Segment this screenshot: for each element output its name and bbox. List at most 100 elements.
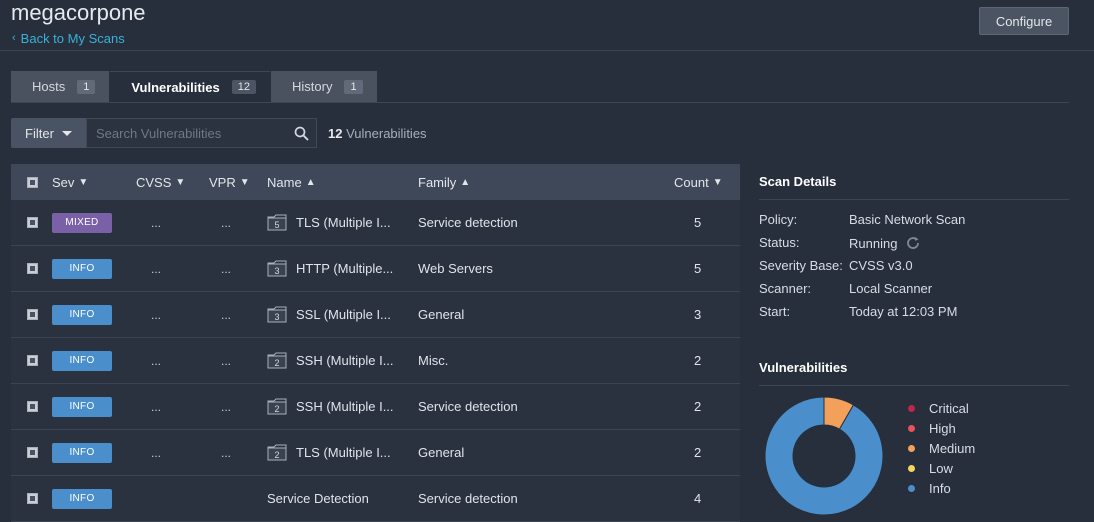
- vulnerability-name[interactable]: SSH (Multiple I...: [296, 399, 394, 414]
- legend-item-critical[interactable]: Critical: [908, 398, 975, 418]
- donut-slice-info[interactable]: [764, 396, 884, 516]
- folder-icon: 2: [267, 398, 287, 415]
- vpr-value: ...: [221, 215, 232, 230]
- legend-dot: [908, 444, 915, 452]
- refresh-icon: [907, 237, 920, 249]
- tab-bar: Hosts 1 Vulnerabilities 12 History 1: [11, 71, 378, 102]
- table-row[interactable]: INFO Service Detection Service detection…: [11, 476, 740, 522]
- column-name[interactable]: Name ▲: [267, 175, 316, 190]
- tab-count-badge: 12: [231, 80, 256, 94]
- vulnerabilities-panel-title: Vulnerabilities: [759, 360, 848, 375]
- row-checkbox[interactable]: [27, 493, 38, 504]
- cvss-value: ...: [151, 307, 162, 322]
- vpr-value: ...: [221, 261, 232, 276]
- back-to-scans-link[interactable]: ‹ Back to My Scans: [12, 31, 125, 46]
- vulnerabilities-table: Sev ▼ CVSS ▼ VPR ▼ Name ▲ Family ▲ Count ▼ MIX…: [11, 164, 740, 522]
- sort-up-icon: ▲: [460, 176, 471, 188]
- search-icon[interactable]: [286, 119, 316, 147]
- cvss-value: ...: [151, 445, 162, 460]
- search-box: [86, 118, 317, 148]
- legend-item-medium[interactable]: Medium: [908, 438, 975, 458]
- scan-detail-row: Scanner: Local Scanner: [759, 281, 932, 296]
- family-value: General: [418, 307, 465, 322]
- row-checkbox[interactable]: [27, 309, 38, 320]
- table-row[interactable]: MIXED ... ... 5 TLS (Multiple I... Servi…: [11, 200, 740, 246]
- severity-badge: MIXED: [52, 212, 112, 233]
- legend-label: High: [929, 420, 956, 436]
- legend-dot: [908, 464, 915, 472]
- vpr-value: ...: [221, 445, 232, 460]
- table-row[interactable]: INFO ... ... 3 SSL (Multiple I... Genera…: [11, 292, 740, 338]
- row-checkbox[interactable]: [27, 355, 38, 366]
- page-title: megacorpone: [11, 0, 146, 25]
- vulnerability-name[interactable]: SSH (Multiple I...: [296, 353, 394, 368]
- family-value: General: [418, 445, 465, 460]
- vulnerability-name[interactable]: TLS (Multiple I...: [296, 215, 391, 230]
- row-checkbox[interactable]: [27, 401, 38, 412]
- table-row[interactable]: INFO ... ... 2 SSH (Multiple I... Misc. …: [11, 338, 740, 384]
- scan-detail-row: Severity Base: CVSS v3.0: [759, 258, 913, 273]
- family-value: Service detection: [418, 491, 518, 506]
- vulnerability-name[interactable]: Service Detection: [267, 491, 369, 506]
- configure-button[interactable]: Configure: [979, 7, 1069, 35]
- scan-detail-value: Local Scanner: [849, 281, 933, 296]
- tab-vulnerabilities[interactable]: Vulnerabilities 12: [110, 71, 270, 102]
- column-label: Name: [267, 174, 302, 190]
- table-row[interactable]: INFO ... ... 2 TLS (Multiple I... Genera…: [11, 430, 740, 476]
- row-checkbox[interactable]: [27, 217, 38, 228]
- chevron-left-icon: ‹: [12, 32, 16, 44]
- scan-detail-key: Policy:: [759, 212, 798, 227]
- tab-count-badge: 1: [344, 79, 363, 94]
- family-value: Service detection: [418, 399, 518, 414]
- legend-label: Info: [929, 480, 951, 496]
- search-input[interactable]: [87, 125, 286, 141]
- sort-down-icon: ▼: [175, 176, 186, 188]
- count-value: 2: [694, 399, 702, 414]
- tab-count-badge: 1: [77, 79, 96, 94]
- scan-detail-value: Basic Network Scan: [849, 212, 966, 227]
- legend-item-low[interactable]: Low: [908, 458, 975, 478]
- tab-hosts[interactable]: Hosts 1: [11, 71, 110, 102]
- column-sev[interactable]: Sev ▼: [52, 175, 88, 190]
- cvss-value: ...: [151, 399, 162, 414]
- row-checkbox[interactable]: [27, 263, 38, 274]
- vulnerability-name[interactable]: TLS (Multiple I...: [296, 445, 391, 460]
- column-family[interactable]: Family ▲: [418, 175, 470, 190]
- folder-icon: 3: [267, 306, 287, 323]
- table-row[interactable]: INFO ... ... 2 SSH (Multiple I... Servic…: [11, 384, 740, 430]
- folder-icon: 2: [267, 444, 287, 461]
- column-label: Count: [674, 174, 709, 190]
- severity-badge: INFO: [52, 258, 112, 279]
- column-label: CVSS: [136, 174, 172, 190]
- group-count: 3: [274, 312, 279, 322]
- vulnerability-name[interactable]: SSL (Multiple I...: [296, 307, 391, 322]
- tabs-divider: [11, 102, 1069, 103]
- column-cvss[interactable]: CVSS ▼: [136, 175, 185, 190]
- table-row[interactable]: INFO ... ... 3 HTTP (Multiple... Web Ser…: [11, 246, 740, 292]
- cvss-value: ...: [151, 215, 162, 230]
- tab-history[interactable]: History 1: [271, 71, 377, 102]
- scan-detail-value: Today at 12:03 PM: [849, 304, 958, 319]
- vulnerability-name[interactable]: HTTP (Multiple...: [296, 261, 393, 276]
- count-value: 2: [694, 445, 702, 460]
- row-checkbox[interactable]: [27, 447, 38, 458]
- scan-detail-key: Start:: [759, 304, 791, 319]
- column-vpr[interactable]: VPR ▼: [209, 175, 250, 190]
- column-count[interactable]: Count ▼: [674, 175, 723, 190]
- column-label: VPR: [209, 174, 236, 190]
- vpr-value: ...: [221, 353, 232, 368]
- filter-button[interactable]: Filter: [11, 118, 86, 148]
- count-value: 4: [694, 491, 702, 506]
- legend-dot: [908, 424, 915, 432]
- count-value: 2: [694, 353, 702, 368]
- group-count: 5: [274, 220, 279, 230]
- column-label: Sev: [52, 174, 75, 190]
- count-value: 5: [694, 215, 702, 230]
- scan-detail-row: Status: Running: [759, 235, 921, 251]
- severity-badge: INFO: [52, 350, 112, 371]
- header-divider: [0, 50, 1094, 51]
- tab-label: Vulnerabilities: [131, 79, 220, 95]
- legend-item-info[interactable]: Info: [908, 478, 975, 498]
- select-all-checkbox[interactable]: [27, 176, 38, 188]
- legend-item-high[interactable]: High: [908, 418, 975, 438]
